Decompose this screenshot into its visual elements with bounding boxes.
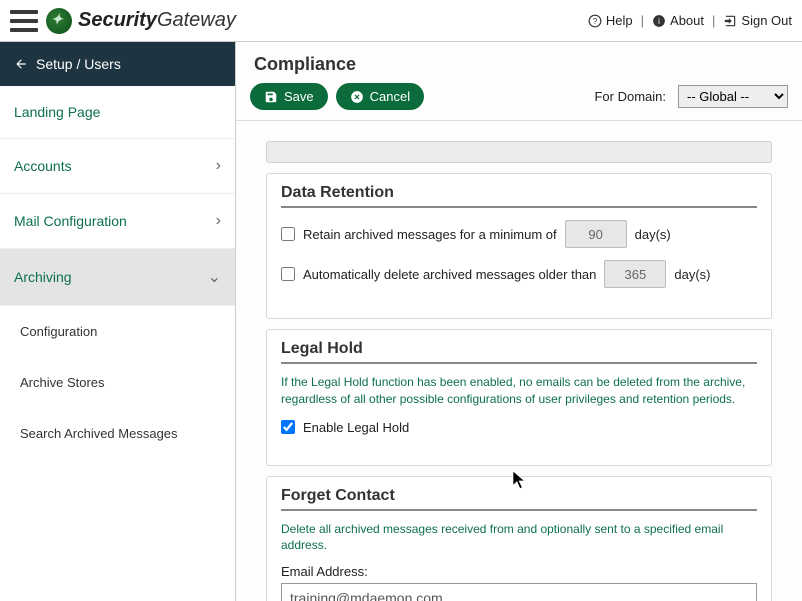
brand-secondary: Gateway xyxy=(157,9,236,32)
auto-delete-checkbox[interactable] xyxy=(281,267,295,281)
page-title: Compliance xyxy=(236,42,802,83)
save-label: Save xyxy=(284,89,314,104)
main-scroll[interactable]: Compliance Save Cancel For Domain: -- Gl… xyxy=(236,42,802,601)
domain-label: For Domain: xyxy=(594,89,666,104)
section-title: Legal Hold xyxy=(281,340,757,364)
cancel-button[interactable]: Cancel xyxy=(336,83,424,110)
section-title: Data Retention xyxy=(281,184,757,208)
collapsed-panel-strip[interactable] xyxy=(266,141,772,163)
enable-legal-hold-checkbox[interactable] xyxy=(281,420,295,434)
separator: | xyxy=(641,13,644,28)
sidebar-item-label: Archiving xyxy=(14,269,72,285)
separator: | xyxy=(712,13,715,28)
brand-primary: Security xyxy=(78,9,157,32)
section-title: Forget Contact xyxy=(281,487,757,511)
legal-hold-row: Enable Legal Hold xyxy=(281,420,757,435)
breadcrumb-label: Setup / Users xyxy=(36,56,121,72)
sidebar-subitem-label: Archive Stores xyxy=(20,375,105,390)
sidebar-item-label: Landing Page xyxy=(14,104,100,120)
signout-link[interactable]: Sign Out xyxy=(723,13,792,28)
sidebar-subitem-archive-stores[interactable]: Archive Stores xyxy=(0,357,235,408)
content: Data Retention Retain archived messages … xyxy=(236,121,802,601)
panel-data-retention: Data Retention Retain archived messages … xyxy=(266,173,772,319)
topnav: ? Help | i About | Sign Out xyxy=(588,13,792,28)
panel-legal-hold: Legal Hold If the Legal Hold function ha… xyxy=(266,329,772,466)
signout-icon xyxy=(723,14,737,28)
email-address-input[interactable] xyxy=(281,583,757,601)
about-link[interactable]: i About xyxy=(652,13,704,28)
chevron-right-icon: › xyxy=(216,212,221,230)
svg-text:i: i xyxy=(658,16,660,25)
enable-legal-hold-label: Enable Legal Hold xyxy=(303,420,409,435)
chevron-down-icon: ⌄ xyxy=(208,267,221,287)
sidebar-item-label: Accounts xyxy=(14,158,72,174)
retain-label-post: day(s) xyxy=(635,227,671,242)
menu-icon[interactable] xyxy=(10,10,38,32)
delete-label-pre: Automatically delete archived messages o… xyxy=(303,267,596,282)
delete-row: Automatically delete archived messages o… xyxy=(281,260,757,288)
brand: SecurityGateway xyxy=(46,8,236,34)
retain-checkbox[interactable] xyxy=(281,227,295,241)
retain-days-input[interactable] xyxy=(565,220,627,248)
sidebar-subitem-label: Search Archived Messages xyxy=(20,426,178,441)
panel-forget-contact: Forget Contact Delete all archived messa… xyxy=(266,476,772,601)
main: Compliance Save Cancel For Domain: -- Gl… xyxy=(236,42,802,601)
close-icon xyxy=(350,90,364,104)
cancel-label: Cancel xyxy=(370,89,410,104)
domain-select[interactable]: -- Global -- xyxy=(678,85,788,108)
sidebar-item-accounts[interactable]: Accounts › xyxy=(0,139,235,194)
breadcrumb[interactable]: Setup / Users xyxy=(0,42,235,86)
chevron-right-icon: › xyxy=(216,157,221,175)
sidebar-item-archiving[interactable]: Archiving ⌄ xyxy=(0,249,235,306)
back-arrow-icon xyxy=(14,57,28,71)
retain-label-pre: Retain archived messages for a minimum o… xyxy=(303,227,557,242)
delete-days-input[interactable] xyxy=(604,260,666,288)
sidebar-item-landing-page[interactable]: Landing Page xyxy=(0,86,235,139)
topbar: SecurityGateway ? Help | i About | Sign … xyxy=(0,0,802,42)
toolbar: Save Cancel For Domain: -- Global -- xyxy=(236,83,802,121)
svg-text:?: ? xyxy=(593,16,598,25)
info-icon: i xyxy=(652,14,666,28)
sidebar-subitem-label: Configuration xyxy=(20,324,97,339)
email-label: Email Address: xyxy=(281,564,757,579)
delete-label-post: day(s) xyxy=(674,267,710,282)
help-link[interactable]: ? Help xyxy=(588,13,633,28)
brand-logo-icon xyxy=(46,8,72,34)
save-button[interactable]: Save xyxy=(250,83,328,110)
sidebar-subitem-configuration[interactable]: Configuration xyxy=(0,306,235,357)
sidebar: Setup / Users Landing Page Accounts › Ma… xyxy=(0,42,236,601)
sidebar-item-mail-configuration[interactable]: Mail Configuration › xyxy=(0,194,235,249)
retain-row: Retain archived messages for a minimum o… xyxy=(281,220,757,248)
sidebar-subitem-search-archived-messages[interactable]: Search Archived Messages xyxy=(0,408,235,459)
help-icon: ? xyxy=(588,14,602,28)
forget-contact-help-text: Delete all archived messages received fr… xyxy=(281,521,757,555)
sidebar-item-label: Mail Configuration xyxy=(14,213,127,229)
legal-hold-help-text: If the Legal Hold function has been enab… xyxy=(281,374,757,408)
save-icon xyxy=(264,90,278,104)
